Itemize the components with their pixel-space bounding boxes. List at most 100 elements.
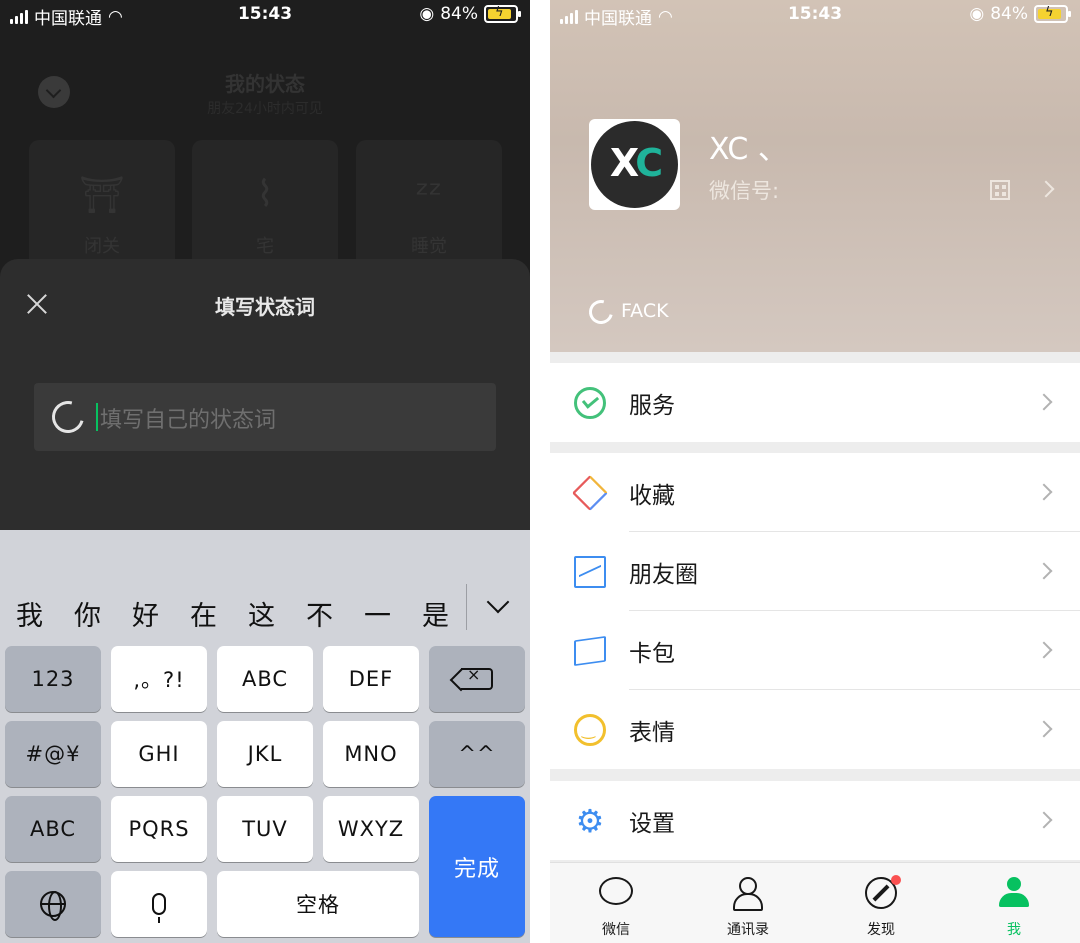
status-editor-screen: 中国联通 ◠ 15:43 ◉ 84% ϟ 我的状态 朋友24小时内可见 ⛩ 闭关… (0, 0, 530, 943)
status-word-sheet: 填写状态词 填写自己的状态词 (0, 259, 530, 530)
smiley-icon (574, 714, 606, 746)
chevron-right-icon (1035, 811, 1053, 829)
candidate-word[interactable]: 在 (190, 594, 217, 633)
tab-label: 微信 (602, 922, 630, 938)
chinese-keyboard: 我 你 好 在 这 不 一 是 123 ,。?! ABC DEF × #@¥ G… (0, 530, 530, 943)
card-wallet-icon (574, 635, 606, 667)
key-globe[interactable] (5, 871, 101, 937)
chevron-right-icon (1035, 562, 1053, 580)
candidate-word[interactable]: 一 (364, 594, 391, 633)
menu-item-favorites[interactable]: 收藏 (550, 453, 1080, 532)
key-microphone[interactable] (111, 871, 207, 937)
sheet-title: 填写状态词 (215, 295, 315, 319)
status-bar: 中国联通 ◠ 15:43 ◉ 84% ϟ (550, 0, 1080, 30)
backspace-icon: × (461, 665, 493, 690)
menu-item-cards[interactable]: 卡包 (550, 611, 1080, 690)
qr-code-icon[interactable] (990, 180, 1010, 200)
status-card-label: 闭关 (84, 236, 120, 257)
key-abc-switch[interactable]: ABC (5, 796, 101, 862)
key-emoticon[interactable]: ^^ (429, 721, 525, 787)
status-card-label: 宅 (256, 236, 274, 257)
candidate-bar: 我 你 好 在 这 不 一 是 (0, 576, 530, 644)
menu-item-settings[interactable]: ⚙ 设置 (550, 781, 1080, 860)
screenshot-pair: 中国联通 ◠ 15:43 ◉ 84% ϟ 我的状态 朋友24小时内可见 ⛩ 闭关… (0, 0, 1080, 943)
candidate-word[interactable]: 我 (16, 594, 43, 633)
tab-me[interactable]: 我 (948, 863, 1080, 943)
candidate-word[interactable]: 是 (422, 594, 449, 633)
candidate-word[interactable]: 这 (248, 594, 275, 633)
battery-percent: 84% (440, 4, 478, 24)
chevron-right-icon (1037, 180, 1055, 198)
bottom-tab-bar: 微信 通讯录 发现 我 (550, 862, 1080, 943)
expand-candidates-chevron-icon[interactable] (486, 590, 510, 614)
status-bar: 中国联通 ◠ 15:43 ◉ 84% ϟ (0, 0, 530, 30)
tab-label: 我 (1007, 922, 1021, 938)
menu-item-moments[interactable]: 朋友圈 (550, 532, 1080, 611)
person-icon (999, 877, 1029, 909)
menu-item-stickers[interactable]: 表情 (550, 690, 1080, 769)
key-pqrs[interactable]: PQRS (111, 796, 207, 862)
candidate-word[interactable]: 好 (132, 594, 159, 633)
status-text[interactable]: FACK (621, 300, 669, 322)
avatar-logo: XC (609, 141, 663, 185)
key-abc[interactable]: ABC (217, 646, 313, 712)
key-wxyz[interactable]: WXYZ (323, 796, 419, 862)
page-title: 我的状态 (225, 72, 305, 96)
key-punctuation[interactable]: ,。?! (111, 646, 207, 712)
tab-label: 发现 (867, 922, 895, 938)
status-ring-icon (46, 395, 90, 439)
candidate-divider (466, 584, 467, 630)
tab-chats[interactable]: 微信 (550, 863, 682, 943)
key-symbols[interactable]: #@¥ (5, 721, 101, 787)
key-tuv[interactable]: TUV (217, 796, 313, 862)
menu-group-settings: ⚙ 设置 (550, 781, 1080, 860)
key-ghi[interactable]: GHI (111, 721, 207, 787)
service-icon (574, 387, 606, 419)
menu-item-label: 设置 (629, 811, 675, 837)
chevron-right-icon (1035, 483, 1053, 501)
moments-photo-icon (574, 556, 606, 588)
key-mno[interactable]: MNO (323, 721, 419, 787)
battery-icon: ϟ (484, 5, 521, 23)
menu-item-label: 收藏 (629, 483, 675, 509)
menu-group-service: 服务 (550, 363, 1080, 442)
menu-item-service[interactable]: 服务 (550, 363, 1080, 442)
menu-group-content: 收藏 朋友圈 卡包 表情 (550, 453, 1080, 769)
status-word-input[interactable]: 填写自己的状态词 (34, 383, 496, 451)
tab-discover[interactable]: 发现 (815, 863, 947, 943)
chevron-right-icon (1035, 393, 1053, 411)
microphone-icon (152, 893, 166, 923)
avatar[interactable]: XC (589, 119, 680, 210)
chevron-right-icon (1035, 720, 1053, 738)
key-backspace[interactable]: × (429, 646, 525, 712)
candidate-word[interactable]: 你 (74, 594, 101, 633)
status-card-label: 睡觉 (411, 236, 447, 257)
key-space[interactable]: 空格 (217, 871, 419, 937)
my-status-page-dimmed: 我的状态 朋友24小时内可见 ⛩ 闭关 ⌇ 宅 ᶻᶻ 睡觉 (0, 30, 530, 280)
tab-contacts[interactable]: 通讯录 (682, 863, 814, 943)
menu-item-label: 表情 (629, 720, 675, 746)
key-123[interactable]: 123 (5, 646, 101, 712)
meditation-icon: ⛩ (79, 175, 125, 216)
menu-item-label: 卡包 (629, 641, 675, 667)
orientation-lock-icon: ◉ (419, 4, 435, 24)
candidate-word[interactable]: 不 (306, 594, 333, 633)
menu-item-label: 服务 (629, 393, 675, 419)
done-button[interactable]: 完成 (429, 796, 525, 937)
battery-percent: 84% (990, 4, 1028, 24)
input-placeholder: 填写自己的状态词 (100, 408, 277, 433)
nickname: XC 、 (709, 132, 788, 167)
key-jkl[interactable]: JKL (217, 721, 313, 787)
wechat-id-label: 微信号: (709, 179, 780, 203)
contacts-icon (733, 877, 763, 911)
chevron-right-icon (1035, 641, 1053, 659)
gear-icon: ⚙ (575, 802, 605, 840)
me-tab-screen: 中国联通 ◠ 15:43 ◉ 84% ϟ XC XC 、 微信号: FACK 服… (550, 0, 1080, 943)
profile-header[interactable]: 中国联通 ◠ 15:43 ◉ 84% ϟ XC XC 、 微信号: FACK (550, 0, 1080, 352)
battery-icon: ϟ (1034, 5, 1071, 23)
text-caret (96, 403, 98, 431)
key-def[interactable]: DEF (323, 646, 419, 712)
favorites-cube-icon (571, 474, 609, 512)
globe-icon (40, 891, 66, 921)
orientation-lock-icon: ◉ (969, 4, 985, 24)
